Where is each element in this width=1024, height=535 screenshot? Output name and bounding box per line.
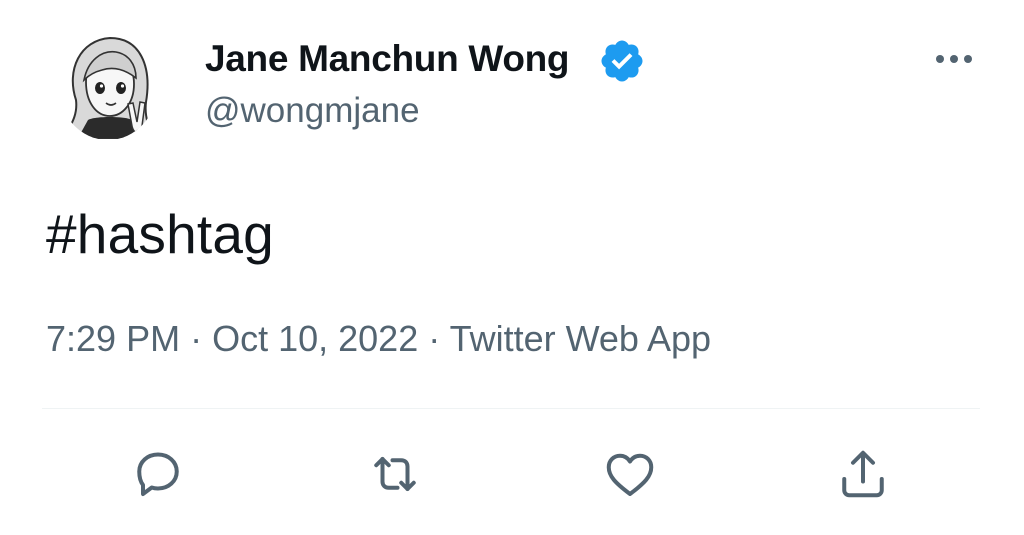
divider bbox=[42, 408, 980, 409]
reply-icon bbox=[137, 452, 179, 496]
tweet-time[interactable]: 7:29 PM bbox=[46, 318, 180, 359]
heart-icon bbox=[606, 453, 654, 496]
more-options-button[interactable] bbox=[928, 42, 980, 76]
tweet-text[interactable]: #hashtag bbox=[46, 202, 274, 266]
meta-separator: · bbox=[418, 318, 450, 359]
like-button[interactable] bbox=[600, 444, 660, 504]
share-icon bbox=[842, 450, 884, 498]
meta-separator: · bbox=[180, 318, 213, 359]
tweet-source[interactable]: Twitter Web App bbox=[450, 318, 711, 359]
tweet-meta: 7:29 PM · Oct 10, 2022 · Twitter Web App bbox=[46, 318, 711, 360]
author-avatar[interactable] bbox=[58, 30, 158, 140]
cartoon-avatar-icon bbox=[62, 36, 156, 139]
share-button[interactable] bbox=[833, 444, 893, 504]
tweet-card: Jane Manchun Wong @wongmjane #hashtag 7:… bbox=[0, 0, 1024, 535]
author-display-name[interactable]: Jane Manchun Wong bbox=[205, 38, 570, 80]
tweet-date[interactable]: Oct 10, 2022 bbox=[212, 318, 418, 359]
retweet-icon bbox=[374, 457, 416, 491]
more-dots-icon bbox=[936, 55, 972, 63]
reply-button[interactable] bbox=[128, 444, 188, 504]
retweet-button[interactable] bbox=[365, 444, 425, 504]
author-handle[interactable]: @wongmjane bbox=[205, 91, 420, 131]
verified-badge-icon bbox=[601, 40, 643, 82]
